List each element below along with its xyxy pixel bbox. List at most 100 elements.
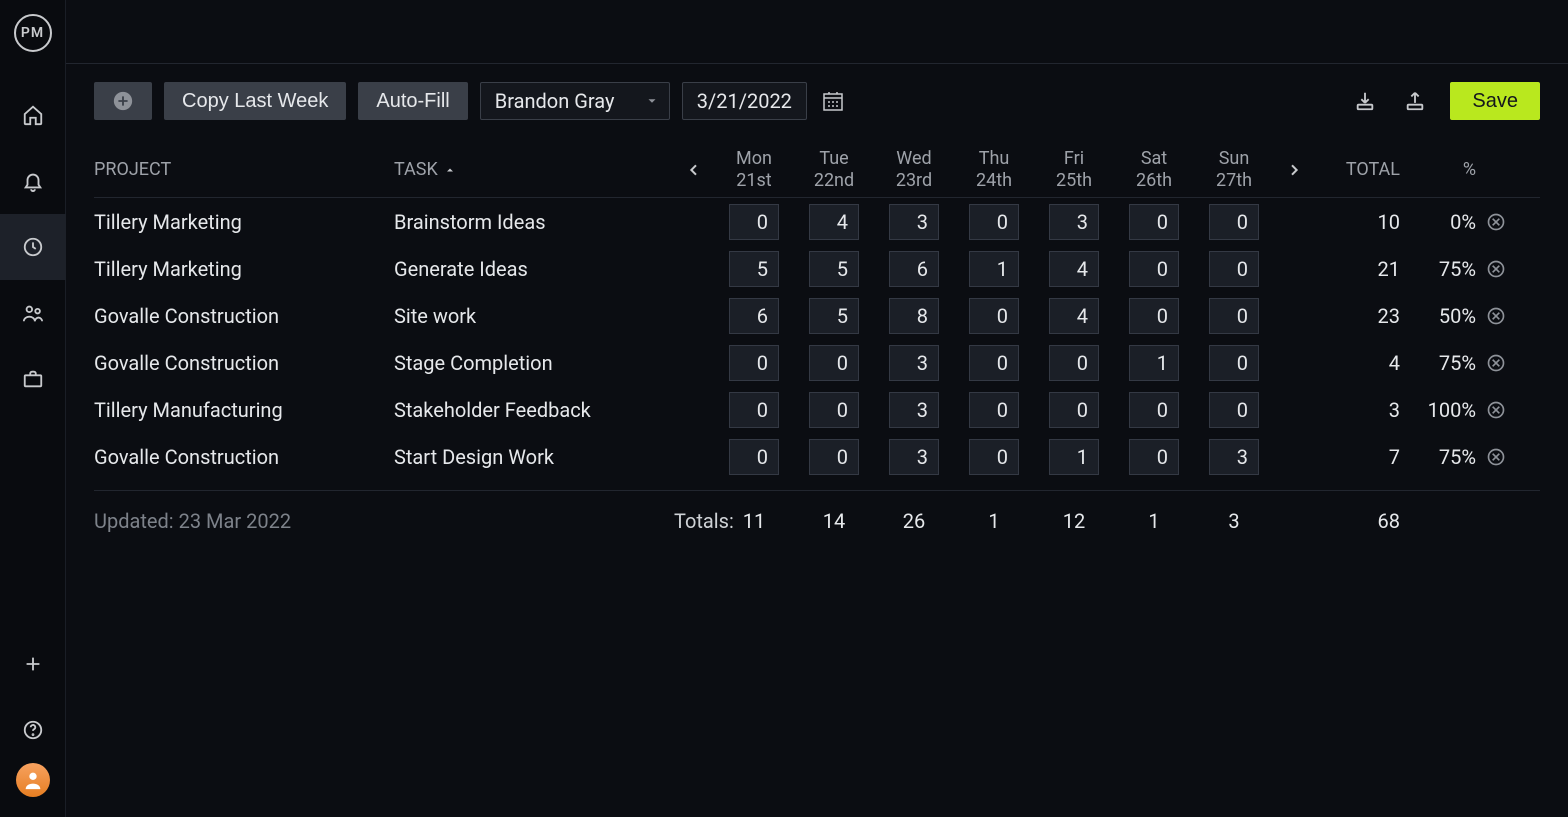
- nav-team[interactable]: [0, 280, 66, 346]
- hour-input[interactable]: 3: [889, 204, 939, 240]
- row-project: Tillery Manufacturing: [94, 398, 394, 422]
- row-percent: 0%: [1406, 210, 1476, 234]
- calendar-icon: [821, 89, 845, 113]
- export-button[interactable]: [1400, 86, 1430, 116]
- day-header: Wed23rd: [874, 148, 954, 191]
- hour-input[interactable]: 0: [1129, 204, 1179, 240]
- hour-input[interactable]: 0: [809, 392, 859, 428]
- hour-input[interactable]: 4: [1049, 298, 1099, 334]
- hour-input[interactable]: 0: [729, 345, 779, 381]
- table-header: PROJECT TASK Mon21stTue22ndWed23rdThu24t…: [94, 142, 1540, 198]
- hour-input[interactable]: 1: [1049, 439, 1099, 475]
- sort-asc-icon: [444, 164, 456, 176]
- hour-input[interactable]: 3: [1209, 439, 1259, 475]
- avatar[interactable]: [16, 763, 50, 797]
- nav-portfolio[interactable]: [0, 346, 66, 412]
- hour-input[interactable]: 3: [1049, 204, 1099, 240]
- clock-icon: [22, 236, 44, 258]
- hour-input[interactable]: 5: [809, 298, 859, 334]
- hour-input[interactable]: 0: [809, 345, 859, 381]
- header-task[interactable]: TASK: [394, 159, 674, 180]
- day-total: 12: [1034, 509, 1114, 533]
- hour-input[interactable]: 3: [889, 392, 939, 428]
- nav-add[interactable]: [0, 631, 66, 697]
- row-project: Tillery Marketing: [94, 257, 394, 281]
- hour-input[interactable]: 0: [969, 439, 1019, 475]
- auto-fill-button[interactable]: Auto-Fill: [358, 82, 467, 120]
- table-row: Govalle ConstructionSite work65804002350…: [94, 292, 1540, 339]
- hour-input[interactable]: 1: [1129, 345, 1179, 381]
- delete-row-icon[interactable]: [1486, 212, 1506, 232]
- delete-row-icon[interactable]: [1486, 306, 1506, 326]
- header-project[interactable]: PROJECT: [94, 159, 394, 180]
- delete-row-icon[interactable]: [1486, 353, 1506, 373]
- delete-row-icon[interactable]: [1486, 400, 1506, 420]
- hour-input[interactable]: 1: [969, 251, 1019, 287]
- day-header: Thu24th: [954, 148, 1034, 191]
- hour-input[interactable]: 0: [969, 204, 1019, 240]
- nav-home[interactable]: [0, 82, 66, 148]
- hour-input[interactable]: 3: [889, 439, 939, 475]
- delete-row-icon[interactable]: [1486, 259, 1506, 279]
- row-percent: 50%: [1406, 304, 1476, 328]
- day-total: 26: [874, 509, 954, 533]
- hour-input[interactable]: 0: [1209, 298, 1259, 334]
- copy-last-week-button[interactable]: Copy Last Week: [164, 82, 346, 120]
- hour-input[interactable]: 0: [729, 204, 779, 240]
- nav-timesheet[interactable]: [0, 214, 66, 280]
- nav-help[interactable]: [0, 697, 66, 763]
- add-row-button[interactable]: [94, 82, 152, 120]
- hour-input[interactable]: 0: [969, 345, 1019, 381]
- next-week-button[interactable]: [1274, 162, 1314, 178]
- hour-input[interactable]: 4: [1049, 251, 1099, 287]
- hour-input[interactable]: 0: [1129, 298, 1179, 334]
- hour-input[interactable]: 0: [1049, 345, 1099, 381]
- hour-input[interactable]: 0: [1129, 439, 1179, 475]
- prev-week-button[interactable]: [674, 162, 714, 178]
- hour-input[interactable]: 6: [889, 251, 939, 287]
- user-select[interactable]: Brandon Gray: [480, 82, 670, 120]
- row-percent: 75%: [1406, 257, 1476, 281]
- hour-input[interactable]: 3: [889, 345, 939, 381]
- hour-input[interactable]: 0: [1129, 251, 1179, 287]
- hour-input[interactable]: 0: [1209, 251, 1259, 287]
- table-row: Govalle ConstructionStage Completion0030…: [94, 339, 1540, 386]
- hour-input[interactable]: 0: [809, 439, 859, 475]
- delete-row-icon[interactable]: [1486, 447, 1506, 467]
- plus-circle-icon: [112, 90, 134, 112]
- hour-input[interactable]: 0: [1209, 392, 1259, 428]
- table-row: Tillery MarketingGenerate Ideas556140021…: [94, 245, 1540, 292]
- chevron-down-icon: [645, 94, 659, 108]
- row-percent: 100%: [1406, 398, 1476, 422]
- hour-input[interactable]: 5: [729, 251, 779, 287]
- hour-input[interactable]: 6: [729, 298, 779, 334]
- hour-input[interactable]: 0: [1129, 392, 1179, 428]
- user-select-value: Brandon Gray: [495, 89, 615, 113]
- help-icon: [22, 719, 44, 741]
- row-project: Govalle Construction: [94, 351, 394, 375]
- calendar-button[interactable]: [819, 87, 847, 115]
- row-task: Start Design Work: [394, 445, 674, 469]
- hour-input[interactable]: 0: [969, 298, 1019, 334]
- hour-input[interactable]: 4: [809, 204, 859, 240]
- nav-notifications[interactable]: [0, 148, 66, 214]
- row-project: Govalle Construction: [94, 304, 394, 328]
- hour-input[interactable]: 5: [809, 251, 859, 287]
- date-input[interactable]: 3/21/2022: [682, 82, 807, 120]
- hour-input[interactable]: 0: [729, 392, 779, 428]
- hour-input[interactable]: 0: [969, 392, 1019, 428]
- hour-input[interactable]: 8: [889, 298, 939, 334]
- row-total: 21: [1314, 257, 1406, 281]
- save-button[interactable]: Save: [1450, 82, 1540, 120]
- upload-icon: [1404, 90, 1426, 112]
- day-total: 1: [954, 509, 1034, 533]
- hour-input[interactable]: 0: [1209, 345, 1259, 381]
- hour-input[interactable]: 0: [729, 439, 779, 475]
- day-header: Sat26th: [1114, 148, 1194, 191]
- hour-input[interactable]: 0: [1049, 392, 1099, 428]
- hour-input[interactable]: 0: [1209, 204, 1259, 240]
- day-total: 11: [714, 509, 794, 533]
- row-task: Site work: [394, 304, 674, 328]
- import-button[interactable]: [1350, 86, 1380, 116]
- row-total: 3: [1314, 398, 1406, 422]
